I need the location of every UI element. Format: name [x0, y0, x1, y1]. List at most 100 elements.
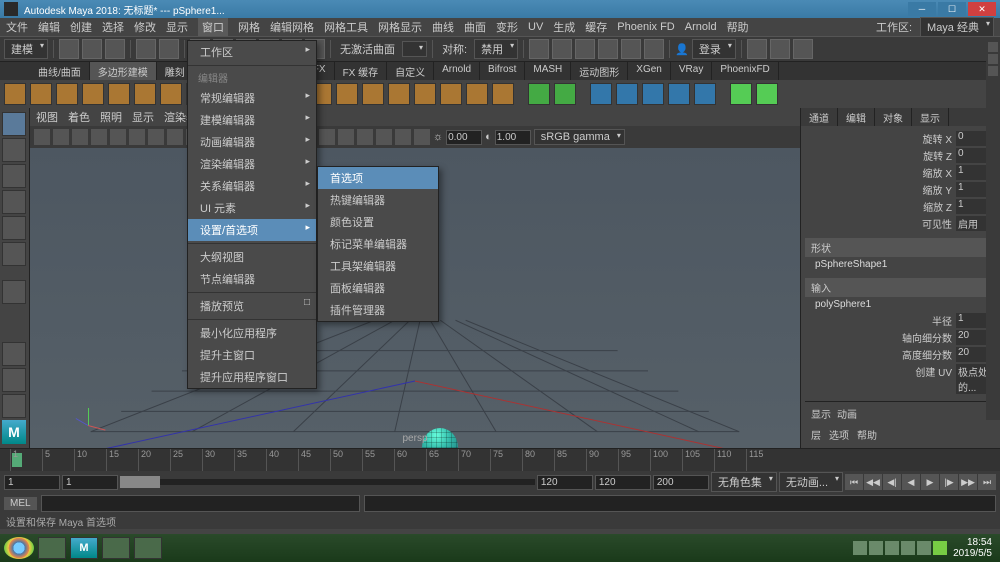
move-tool[interactable] — [2, 190, 26, 214]
shelf-quad-draw-icon[interactable] — [756, 83, 778, 105]
play-back-button[interactable]: ◀ — [902, 474, 920, 490]
toggle-icon[interactable] — [621, 39, 641, 59]
lasso-tool[interactable] — [2, 138, 26, 162]
menu-playblast[interactable]: 播放预览 — [188, 295, 316, 317]
vp-colorspace-combo[interactable]: sRGB gamma — [534, 129, 625, 145]
shelf-bevel-icon[interactable] — [388, 83, 410, 105]
symmetry-combo[interactable]: 禁用 — [474, 39, 518, 59]
taskbar-maya[interactable]: M — [70, 537, 98, 559]
shelf-spherical-icon[interactable] — [668, 83, 690, 105]
vp-image-plane-icon[interactable] — [91, 129, 107, 145]
shelf-poly-cone-icon[interactable] — [82, 83, 104, 105]
step-forward-button[interactable]: ▶▶ — [959, 474, 977, 490]
menu-mesh[interactable]: 网格 — [238, 19, 260, 35]
vp-res-gate-icon[interactable] — [129, 129, 145, 145]
vp-film-gate-icon[interactable] — [110, 129, 126, 145]
render-settings-icon[interactable] — [575, 39, 595, 59]
playblast-icon[interactable] — [598, 39, 618, 59]
submenu-panel-editor[interactable]: 面板编辑器 — [318, 277, 438, 299]
menu-deform[interactable]: 变形 — [496, 19, 518, 35]
submenu-color-settings[interactable]: 颜色设置 — [318, 211, 438, 233]
taskbar-app-1[interactable] — [38, 537, 66, 559]
rp-menu-help[interactable]: 帮助 — [857, 427, 877, 442]
menu-rendering-editors[interactable]: 渲染编辑器 — [188, 153, 316, 175]
submenu-shelf-editor[interactable]: 工具架编辑器 — [318, 255, 438, 277]
menu-display[interactable]: 显示 — [166, 19, 188, 35]
shelf-planar-icon[interactable] — [616, 83, 638, 105]
tab-bifrost[interactable]: Bifrost — [480, 62, 525, 80]
menu-uv[interactable]: UV — [528, 21, 543, 33]
shelf-poly-plane-icon[interactable] — [108, 83, 130, 105]
menu-window[interactable]: 窗口 — [198, 18, 228, 36]
select-tool[interactable] — [2, 112, 26, 136]
layout-four-icon[interactable] — [2, 368, 26, 392]
shelf-poly-cylinder-icon[interactable] — [56, 83, 78, 105]
ipr-icon[interactable] — [552, 39, 572, 59]
goto-start-button[interactable]: ⏮ — [845, 474, 863, 490]
vp-ao-icon[interactable] — [376, 129, 392, 145]
menu-relationship-editors[interactable]: 关系编辑器 — [188, 175, 316, 197]
tab-phoenixfd[interactable]: PhoenixFD — [712, 62, 778, 80]
tray-icon[interactable] — [853, 541, 867, 555]
re-attr-icon[interactable] — [988, 42, 998, 52]
open-scene-icon[interactable] — [82, 39, 102, 59]
menu-phoenixfd[interactable]: Phoenix FD — [617, 21, 674, 33]
rp-tab2-anim[interactable]: 动画 — [837, 406, 857, 421]
vp-menu-view[interactable]: 视图 — [36, 109, 58, 125]
vp-aa-icon[interactable] — [414, 129, 430, 145]
menu-workspace[interactable]: 工作区 — [188, 41, 316, 63]
command-input[interactable] — [41, 495, 360, 512]
workspace-combo[interactable]: Maya 经典 — [920, 17, 994, 37]
vp-menu-shading[interactable]: 着色 — [68, 109, 90, 125]
shelf-multicut-icon[interactable] — [440, 83, 462, 105]
vp-field-chart-icon[interactable] — [167, 129, 183, 145]
save-scene-icon[interactable] — [105, 39, 125, 59]
shelf-mirror-icon[interactable] — [554, 83, 576, 105]
vp-isolate-icon[interactable] — [319, 129, 335, 145]
last-tool[interactable] — [2, 280, 26, 304]
range-start-field[interactable] — [4, 475, 60, 490]
layout-icon-2[interactable] — [770, 39, 790, 59]
rp-menu-layer[interactable]: 层 — [811, 427, 821, 442]
play-forward-button[interactable]: ▶ — [921, 474, 939, 490]
paint-select-tool[interactable] — [2, 164, 26, 188]
tab-arnold[interactable]: Arnold — [434, 62, 480, 80]
menu-node-editor[interactable]: 节点编辑器 — [188, 268, 316, 290]
menu-modeling-editors[interactable]: 建模编辑器 — [188, 109, 316, 131]
submenu-preferences[interactable]: 首选项 — [318, 167, 438, 189]
vp-select-cam-icon[interactable] — [34, 129, 50, 145]
shelf-auto-icon[interactable] — [694, 83, 716, 105]
menu-edit[interactable]: 编辑 — [38, 19, 60, 35]
tab-xgen[interactable]: XGen — [628, 62, 671, 80]
tab-mash[interactable]: MASH — [525, 62, 571, 80]
shelf-sculpt-icon[interactable] — [730, 83, 752, 105]
taskbar-app-3[interactable] — [134, 537, 162, 559]
rp-tab-edit[interactable]: 编辑 — [838, 108, 875, 126]
menu-create[interactable]: 创建 — [70, 19, 92, 35]
shelf-uv-editor-icon[interactable] — [590, 83, 612, 105]
rp-tab-show[interactable]: 显示 — [912, 108, 949, 126]
pause-icon[interactable] — [644, 39, 664, 59]
tray-icon[interactable] — [901, 541, 915, 555]
vp-menu-lighting[interactable]: 照明 — [100, 109, 122, 125]
tray-battery-icon[interactable] — [933, 541, 947, 555]
menu-help[interactable]: 帮助 — [727, 19, 749, 35]
shelf-bridge-icon[interactable] — [362, 83, 384, 105]
menu-cache[interactable]: 缓存 — [585, 19, 607, 35]
shelf-poly-torus-icon[interactable] — [134, 83, 156, 105]
shelf-poly-pyramid-icon[interactable] — [160, 83, 182, 105]
shape-name[interactable]: pSphereShape1 — [805, 257, 996, 272]
shelf-merge-icon[interactable] — [492, 83, 514, 105]
tab-custom[interactable]: 自定义 — [387, 62, 434, 80]
script-type-button[interactable]: MEL — [4, 497, 37, 510]
vp-lock-cam-icon[interactable] — [53, 129, 69, 145]
menu-generate[interactable]: 生成 — [553, 19, 575, 35]
time-slider[interactable]: 1510152025303540455055606570758085909510… — [0, 449, 1000, 471]
shelf-poly-sphere-icon[interactable] — [4, 83, 26, 105]
tray-icon[interactable] — [917, 541, 931, 555]
menu-meshdisplay[interactable]: 网格显示 — [378, 19, 422, 35]
rp-menu-options[interactable]: 选项 — [829, 427, 849, 442]
re-channel-icon[interactable] — [988, 66, 998, 76]
vp-gamma-field[interactable] — [495, 130, 531, 145]
menu-modify[interactable]: 修改 — [134, 19, 156, 35]
